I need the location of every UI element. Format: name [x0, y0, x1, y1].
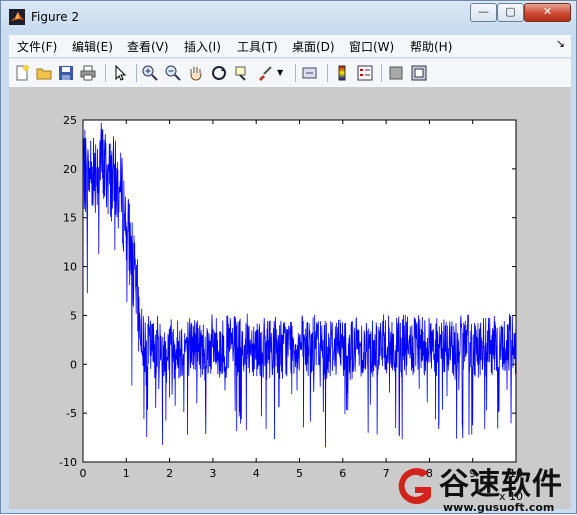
- maximize-icon: ▢: [505, 5, 516, 18]
- print-icon[interactable]: [79, 64, 97, 82]
- brush-icon[interactable]: [256, 64, 274, 82]
- y-tick-label: 15: [63, 212, 77, 225]
- menu-file[interactable]: 文件(F): [17, 38, 57, 55]
- menu-desktop[interactable]: 桌面(D): [292, 38, 335, 55]
- x-tick-label: 0: [80, 467, 87, 480]
- legend-icon[interactable]: [356, 64, 374, 82]
- figure-window: Figure 2 — ▢ ✕ 文件(F) 编辑(E) 查看(V) 插入(I) 工…: [0, 0, 577, 514]
- minimize-icon: —: [478, 5, 489, 18]
- pan-hand-icon[interactable]: [187, 64, 205, 82]
- menu-help[interactable]: 帮助(H): [410, 38, 452, 55]
- watermark-text: 谷速软件: [439, 467, 563, 502]
- watermark-logo: [398, 468, 431, 505]
- y-tick-label: 10: [63, 261, 77, 274]
- menu-bar: 文件(F) 编辑(E) 查看(V) 插入(I) 工具(T) 桌面(D) 窗口(W…: [9, 35, 571, 57]
- close-icon: ✕: [542, 5, 553, 18]
- show-plot-tools-icon[interactable]: [410, 64, 428, 82]
- menu-window[interactable]: 窗口(W): [349, 38, 394, 55]
- toolbar-separator: [381, 64, 382, 82]
- y-tick-label: 5: [70, 309, 77, 322]
- rotate-3d-icon[interactable]: [210, 64, 228, 82]
- toolbar-separator: [327, 64, 328, 82]
- watermark: 谷速软件 www.gusuoft.com: [379, 457, 577, 515]
- title-bar[interactable]: Figure 2 — ▢ ✕: [1, 1, 576, 33]
- menu-insert[interactable]: 插入(I): [184, 38, 221, 55]
- x-tick-label: 4: [253, 467, 260, 480]
- save-icon[interactable]: [57, 64, 75, 82]
- figure-canvas: 0 1 2 3 4 5 6 7 8 9 10 -10 -5 0 5 10 15 20 25 x 10: [9, 87, 571, 509]
- toolbar-separator: [295, 64, 296, 82]
- x-tick-label: 5: [296, 467, 303, 480]
- y-tick-label: 20: [63, 163, 77, 176]
- colorbar-icon[interactable]: [333, 64, 351, 82]
- toolbar-separator: [105, 64, 106, 82]
- data-cursor-icon[interactable]: [233, 64, 251, 82]
- link-icon[interactable]: [301, 64, 319, 82]
- minimize-button[interactable]: —: [470, 3, 497, 22]
- y-tick-label: -5: [66, 407, 77, 420]
- zoom-in-icon[interactable]: [141, 64, 159, 82]
- new-figure-icon[interactable]: [13, 64, 31, 82]
- plot-svg[interactable]: 0 1 2 3 4 5 6 7 8 9 10-10-50510152025 x 10: [9, 87, 571, 509]
- y-tick-label: -10: [59, 456, 77, 469]
- open-file-icon[interactable]: [35, 64, 53, 82]
- chevron-icon[interactable]: ↘: [556, 37, 565, 50]
- chevron-down-icon[interactable]: ▼: [277, 64, 295, 82]
- matlab-icon: [9, 9, 25, 25]
- hide-plot-tools-icon[interactable]: [387, 64, 405, 82]
- toolbar-separator: [136, 64, 137, 82]
- y-tick-label: 25: [63, 114, 77, 127]
- window-title: Figure 2: [31, 10, 80, 24]
- close-button[interactable]: ✕: [524, 3, 571, 22]
- menu-edit[interactable]: 编辑(E): [72, 38, 113, 55]
- axes-background: [82, 119, 517, 463]
- figure-toolbar: ▼: [9, 58, 571, 87]
- watermark-url: www.gusuoft.com: [443, 501, 555, 514]
- zoom-out-icon[interactable]: [164, 64, 182, 82]
- pointer-icon[interactable]: [111, 64, 129, 82]
- x-tick-label: 2: [166, 467, 173, 480]
- x-tick-label: 1: [123, 467, 130, 480]
- menu-view[interactable]: 查看(V): [127, 38, 169, 55]
- x-tick-label: 6: [339, 467, 346, 480]
- y-tick-label: 0: [70, 358, 77, 371]
- maximize-button[interactable]: ▢: [497, 3, 524, 22]
- x-tick-label: 3: [209, 467, 216, 480]
- menu-tools[interactable]: 工具(T): [237, 38, 278, 55]
